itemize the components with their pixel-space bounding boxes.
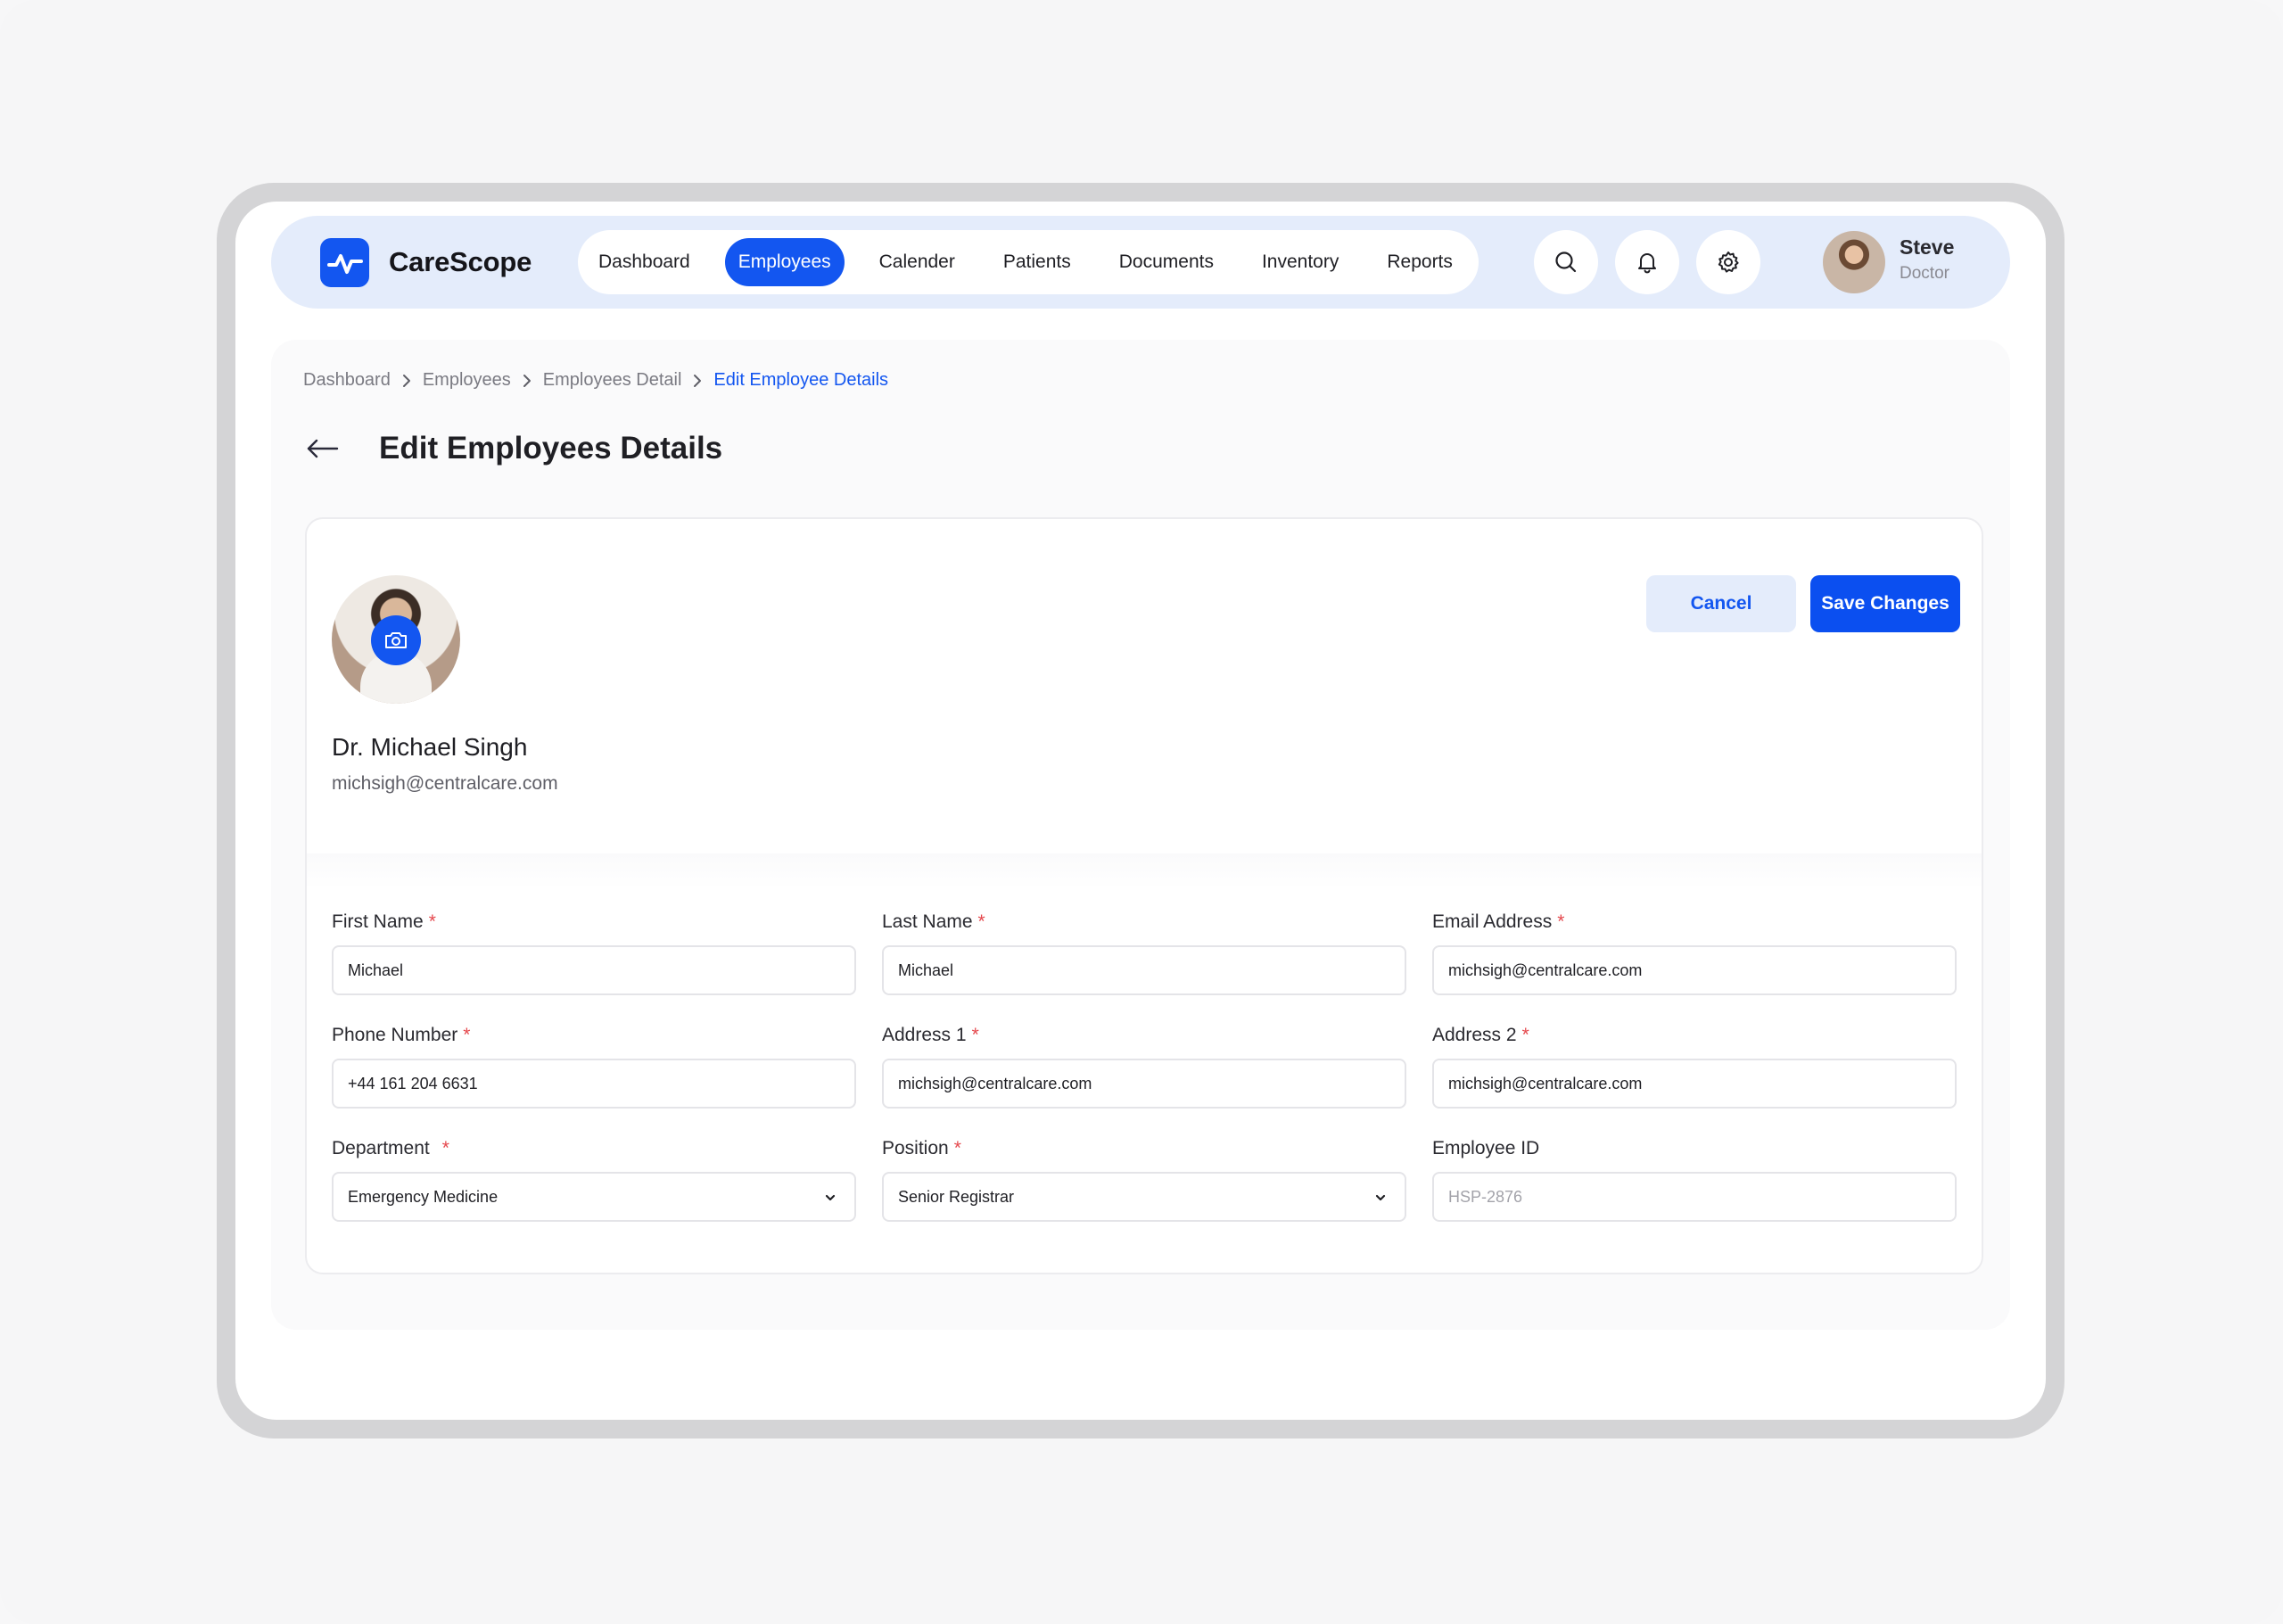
department-label-text: Department [332,1138,430,1158]
nav-item-patients[interactable]: Patients [990,238,1084,286]
camera-icon [385,632,407,648]
notifications-button[interactable] [1615,230,1679,294]
employee-id-label-text: Employee ID [1432,1138,1540,1158]
section-divider [307,853,1982,889]
user-avatar[interactable] [1823,231,1885,293]
nav-item-dashboard[interactable]: Dashboard [585,238,704,286]
last-name-label-text: Last Name [882,911,973,932]
address1-input[interactable]: michsigh@centralcare.com [882,1059,1406,1109]
nav-item-calender[interactable]: Calender [866,238,968,286]
gear-icon [1718,251,1739,273]
search-button[interactable] [1534,230,1598,294]
position-label-text: Position [882,1138,949,1158]
employee-id-field-group: Employee ID HSP-2876 [1432,1138,1957,1222]
phone-field-group: Phone Number * +44 161 204 6631 [332,1025,856,1109]
email-input[interactable]: michsigh@centralcare.com [1432,945,1957,995]
first-name-label-text: First Name [332,911,424,932]
logo-icon [320,238,369,287]
first-name-label: First Name * [332,911,856,936]
chevron-down-icon [825,1194,836,1201]
position-select-value: Senior Registrar [898,1187,1015,1206]
user-role: Doctor [1900,264,1949,283]
email-label: Email Address * [1432,911,1957,936]
app-screen: CareScope Dashboard Employees Calender P… [235,202,2046,1420]
breadcrumb: Dashboard Employees Employees Detail Edi… [303,370,888,391]
department-label: Department * [332,1138,856,1163]
settings-button[interactable] [1696,230,1760,294]
phone-label-text: Phone Number [332,1025,458,1045]
profile-section [307,519,1982,853]
profile-name: Dr. Michael Singh [332,733,528,761]
main-nav: Dashboard Employees Calender Patients Do… [578,230,1479,294]
address1-label-text: Address 1 [882,1025,967,1045]
department-select[interactable]: Emergency Medicine [332,1172,856,1222]
department-select-value: Emergency Medicine [348,1187,499,1206]
search-icon [1555,251,1577,273]
cancel-button[interactable]: Cancel [1646,575,1796,632]
chevron-right-icon [522,373,532,389]
phone-input[interactable]: +44 161 204 6631 [332,1059,856,1109]
profile-email: michsigh@centralcare.com [332,773,558,794]
first-name-field-group: First Name * Michael [332,911,856,995]
position-field-group: Position * Senior Registrar [882,1138,1406,1222]
change-photo-button[interactable] [371,615,421,665]
address1-label: Address 1 * [882,1025,1406,1050]
nav-item-inventory[interactable]: Inventory [1249,238,1352,286]
address2-label-text: Address 2 [1432,1025,1517,1045]
breadcrumb-current: Edit Employee Details [713,370,889,390]
address1-field-group: Address 1 * michsigh@centralcare.com [882,1025,1406,1109]
required-marker: * [1557,911,1565,932]
last-name-input[interactable]: Michael [882,945,1406,995]
required-marker: * [971,1025,979,1045]
required-marker: * [977,911,985,932]
first-name-input[interactable]: Michael [332,945,856,995]
last-name-label: Last Name * [882,911,1406,936]
last-name-field-group: Last Name * Michael [882,911,1406,995]
save-changes-button[interactable]: Save Changes [1810,575,1960,632]
employee-edit-card: Dr. Michael Singh michsigh@centralcare.c… [305,517,1983,1274]
email-label-text: Email Address [1432,911,1553,932]
required-marker: * [953,1138,961,1158]
bell-icon [1638,253,1656,274]
app-name: CareScope [389,246,532,277]
position-select[interactable]: Senior Registrar [882,1172,1406,1222]
back-button[interactable] [303,429,342,468]
breadcrumb-employees-detail[interactable]: Employees Detail [543,370,682,391]
department-field-group: Department * Emergency Medicine [332,1138,856,1222]
phone-label: Phone Number * [332,1025,856,1050]
address2-label: Address 2 * [1432,1025,1957,1050]
chevron-down-icon [1375,1194,1386,1201]
address2-input[interactable]: michsigh@centralcare.com [1432,1059,1957,1109]
position-label: Position * [882,1138,1406,1163]
required-marker: * [1521,1025,1529,1045]
content-panel: Dashboard Employees Employees Detail Edi… [271,340,2010,1330]
employee-id-label: Employee ID [1432,1138,1957,1163]
page-title: Edit Employees Details [379,431,723,466]
nav-item-employees[interactable]: Employees [724,238,845,286]
address2-field-group: Address 2 * michsigh@centralcare.com [1432,1025,1957,1109]
required-marker: * [463,1025,471,1045]
arrow-left-icon [307,439,339,458]
chevron-right-icon [401,373,412,389]
chevron-right-icon [692,373,703,389]
breadcrumb-employees[interactable]: Employees [423,370,511,391]
required-marker: * [441,1138,449,1158]
employee-id-input: HSP-2876 [1432,1172,1957,1222]
required-marker: * [428,911,436,932]
nav-item-reports[interactable]: Reports [1373,238,1466,286]
user-name: Steve [1900,235,1955,259]
breadcrumb-dashboard[interactable]: Dashboard [303,370,391,391]
top-navigation-bar: CareScope Dashboard Employees Calender P… [271,216,2010,309]
email-field-group: Email Address * michsigh@centralcare.com [1432,911,1957,995]
nav-item-documents[interactable]: Documents [1106,238,1227,286]
